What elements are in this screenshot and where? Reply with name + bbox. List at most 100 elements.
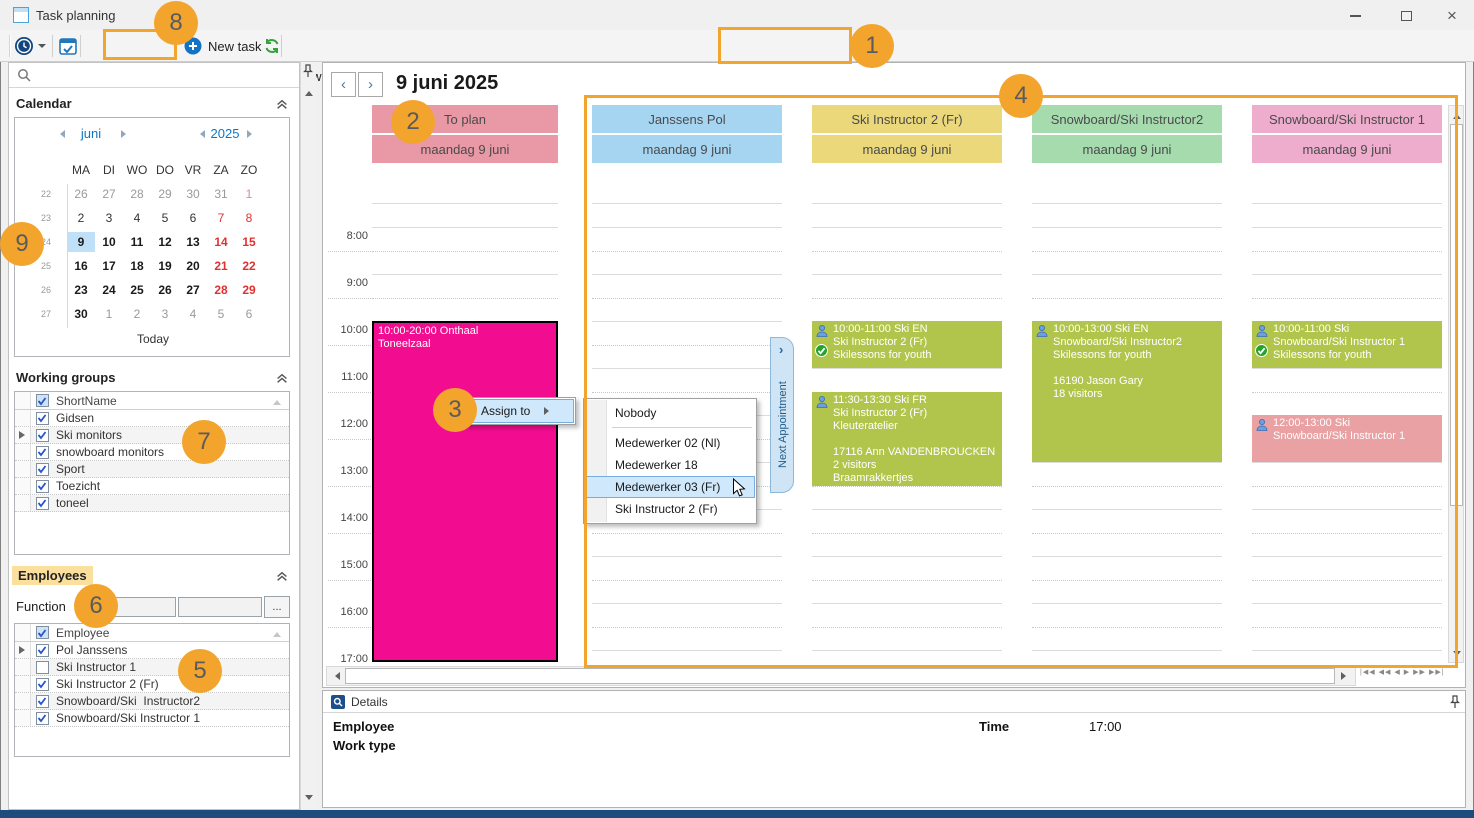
- refresh-button[interactable]: [263, 34, 281, 58]
- calendar-day-cell[interactable]: 2: [67, 208, 95, 228]
- nav-fast-back-button[interactable]: ◀◀: [1379, 668, 1392, 676]
- scheduler-horizontal-scrollbar[interactable]: [326, 666, 1356, 686]
- calendar-day-cell[interactable]: 18: [123, 256, 151, 276]
- appointment[interactable]: 10:00-20:00 OnthaalToneelzaal: [372, 321, 558, 662]
- scroll-right-button[interactable]: [1338, 668, 1353, 684]
- calendar-day-cell[interactable]: 6: [235, 304, 263, 324]
- calendar-day-cell[interactable]: 26: [151, 280, 179, 300]
- nav-first-button[interactable]: |◀◀: [1360, 668, 1376, 676]
- working-group-checkbox[interactable]: [31, 446, 53, 459]
- pin-icon[interactable]: [302, 64, 314, 78]
- calendar-day-cell[interactable]: 9: [67, 232, 95, 252]
- select-all-groups-checkbox[interactable]: [31, 394, 53, 407]
- calendar-day-cell[interactable]: 17: [95, 256, 123, 276]
- calendar-day-cell[interactable]: 27: [95, 184, 123, 204]
- sidebar-search-input[interactable]: [9, 63, 299, 88]
- collapse-working-groups-icon[interactable]: [276, 373, 288, 384]
- calendar-day-cell[interactable]: 8: [235, 208, 263, 228]
- nav-last-button[interactable]: ▶▶|: [1429, 668, 1445, 676]
- nav-back-button[interactable]: ◀: [1394, 668, 1400, 676]
- sidebar-scrollbar[interactable]: [300, 62, 316, 810]
- previous-day-button[interactable]: ‹: [331, 72, 356, 97]
- close-button[interactable]: ×: [1437, 6, 1467, 26]
- month-selector[interactable]: juni: [69, 126, 113, 141]
- employee-row[interactable]: Ski Instructor 1: [15, 659, 289, 676]
- planning-calendar-button[interactable]: [58, 34, 78, 58]
- working-group-checkbox[interactable]: [31, 463, 53, 476]
- employee-checkbox[interactable]: [31, 661, 53, 674]
- calendar-day-cell[interactable]: 27: [179, 280, 207, 300]
- working-group-row[interactable]: snowboard monitors: [15, 444, 289, 461]
- function-filter-input-2[interactable]: [178, 597, 262, 617]
- calendar-day-cell[interactable]: 15: [235, 232, 263, 252]
- calendar-day-cell[interactable]: 7: [207, 208, 235, 228]
- prev-year-icon[interactable]: [196, 130, 205, 138]
- working-group-checkbox[interactable]: [31, 497, 53, 510]
- next-day-button[interactable]: ›: [358, 72, 383, 97]
- nav-fast-forward-button[interactable]: ▶▶: [1413, 668, 1426, 676]
- today-button[interactable]: Today: [15, 332, 291, 346]
- collapse-employees-icon[interactable]: [276, 571, 288, 582]
- working-group-row[interactable]: Ski monitors: [15, 427, 289, 444]
- calendar-day-cell[interactable]: 28: [207, 280, 235, 300]
- scroll-left-button[interactable]: [328, 668, 343, 684]
- sidebar-scroll-down-button[interactable]: [301, 792, 316, 807]
- working-group-checkbox[interactable]: [31, 480, 53, 493]
- working-group-checkbox[interactable]: [31, 412, 53, 425]
- working-group-row[interactable]: Toezicht: [15, 478, 289, 495]
- employee-checkbox[interactable]: [31, 644, 53, 657]
- calendar-day-cell[interactable]: 4: [179, 304, 207, 324]
- employee-row[interactable]: Pol Janssens: [15, 642, 289, 659]
- calendar-day-cell[interactable]: 22: [235, 256, 263, 276]
- calendar-day-cell[interactable]: 5: [151, 208, 179, 228]
- calendar-day-cell[interactable]: 25: [123, 280, 151, 300]
- pin-icon[interactable]: [1449, 695, 1461, 709]
- calendar-day-cell[interactable]: 19: [151, 256, 179, 276]
- time-view-button[interactable]: [14, 34, 34, 58]
- calendar-day-cell[interactable]: 20: [179, 256, 207, 276]
- working-group-row[interactable]: toneel: [15, 495, 289, 512]
- calendar-day-cell[interactable]: 31: [207, 184, 235, 204]
- calendar-day-cell[interactable]: 14: [207, 232, 235, 252]
- maximize-button[interactable]: [1391, 6, 1421, 26]
- employee-row[interactable]: Snowboard/Ski Instructor2: [15, 693, 289, 710]
- calendar-day-cell[interactable]: 1: [235, 184, 263, 204]
- calendar-day-cell[interactable]: 16: [67, 256, 95, 276]
- calendar-day-cell[interactable]: 12: [151, 232, 179, 252]
- select-all-employees-checkbox[interactable]: [31, 626, 53, 639]
- calendar-day-cell[interactable]: 3: [151, 304, 179, 324]
- calendar-day-cell[interactable]: 26: [67, 184, 95, 204]
- employee-checkbox[interactable]: [31, 695, 53, 708]
- employee-checkbox[interactable]: [31, 712, 53, 725]
- working-groups-header-row[interactable]: ShortName: [15, 392, 289, 410]
- new-task-button[interactable]: New task: [184, 34, 261, 58]
- calendar-day-cell[interactable]: 10: [95, 232, 123, 252]
- calendar-day-cell[interactable]: 21: [207, 256, 235, 276]
- function-more-button[interactable]: ...: [264, 596, 290, 618]
- function-filter-input-1[interactable]: [112, 597, 176, 617]
- time-view-dropdown[interactable]: [38, 34, 46, 58]
- calendar-day-cell[interactable]: 3: [95, 208, 123, 228]
- calendar-day-cell[interactable]: 6: [179, 208, 207, 228]
- employee-row[interactable]: Snowboard/Ski Instructor 1: [15, 710, 289, 727]
- calendar-day-cell[interactable]: 30: [179, 184, 207, 204]
- calendar-day-cell[interactable]: 24: [95, 280, 123, 300]
- working-group-row[interactable]: Gidsen: [15, 410, 289, 427]
- assign-to-menu-item[interactable]: Assign to: [466, 399, 574, 423]
- working-group-row[interactable]: Sport: [15, 461, 289, 478]
- next-year-icon[interactable]: [247, 130, 256, 138]
- calendar-day-cell[interactable]: 23: [67, 280, 95, 300]
- calendar-day-cell[interactable]: 29: [235, 280, 263, 300]
- nav-forward-button[interactable]: ▶: [1404, 668, 1410, 676]
- next-month-icon[interactable]: [121, 130, 130, 138]
- calendar-day-cell[interactable]: 13: [179, 232, 207, 252]
- employee-checkbox[interactable]: [31, 678, 53, 691]
- calendar-day-cell[interactable]: 29: [151, 184, 179, 204]
- scrollbar-thumb[interactable]: [345, 668, 1335, 684]
- calendar-day-cell[interactable]: 30: [67, 304, 95, 324]
- employee-row[interactable]: Ski Instructor 2 (Fr): [15, 676, 289, 693]
- calendar-day-cell[interactable]: 1: [95, 304, 123, 324]
- prev-month-icon[interactable]: [56, 130, 65, 138]
- calendar-day-cell[interactable]: 28: [123, 184, 151, 204]
- calendar-day-cell[interactable]: 5: [207, 304, 235, 324]
